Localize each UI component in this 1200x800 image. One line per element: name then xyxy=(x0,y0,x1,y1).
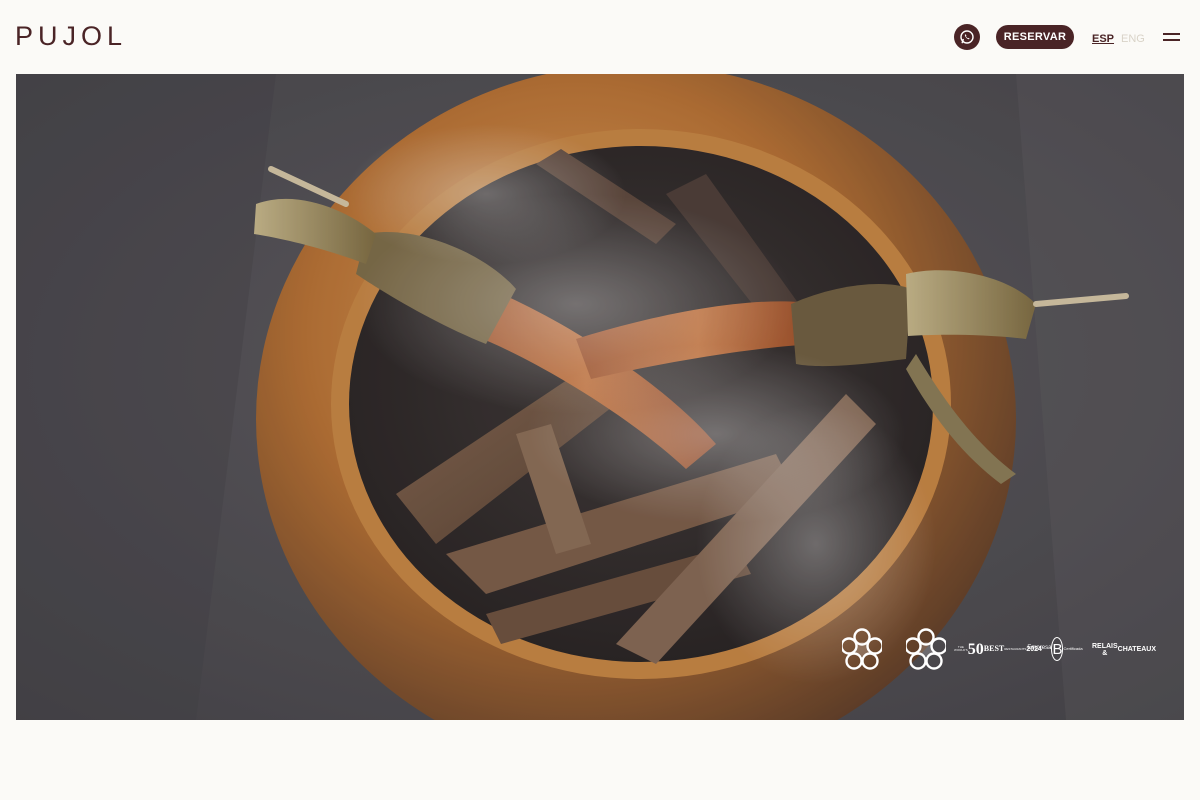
reserve-button[interactable]: RESERVAR xyxy=(996,25,1074,49)
site-logo[interactable]: PUJOL xyxy=(15,20,127,52)
hamburger-menu-icon[interactable] xyxy=(1163,30,1181,44)
hero-image: THE WORLD'S 50 BEST RESTAURANTS 2024 Emp… xyxy=(16,74,1184,720)
lang-eng-link[interactable]: ENG xyxy=(1121,33,1145,45)
whatsapp-button[interactable] xyxy=(954,24,980,50)
relais-chateaux-logo: RELAIS & CHATEAUX xyxy=(1092,637,1156,661)
lang-esp-link[interactable]: ESP xyxy=(1092,33,1114,45)
michelin-star-icon xyxy=(906,626,946,672)
worlds-50-best-logo: THE WORLD'S 50 BEST RESTAURANTS 2024 xyxy=(954,640,1042,658)
b-corp-logo: Empresa B Certificada xyxy=(1027,637,1083,661)
site-header: PUJOL RESERVAR ESP ENG xyxy=(0,0,1200,74)
whatsapp-icon xyxy=(960,30,974,44)
michelin-star-icon xyxy=(842,626,882,672)
awards-row: THE WORLD'S 50 BEST RESTAURANTS 2024 Emp… xyxy=(842,624,1156,674)
